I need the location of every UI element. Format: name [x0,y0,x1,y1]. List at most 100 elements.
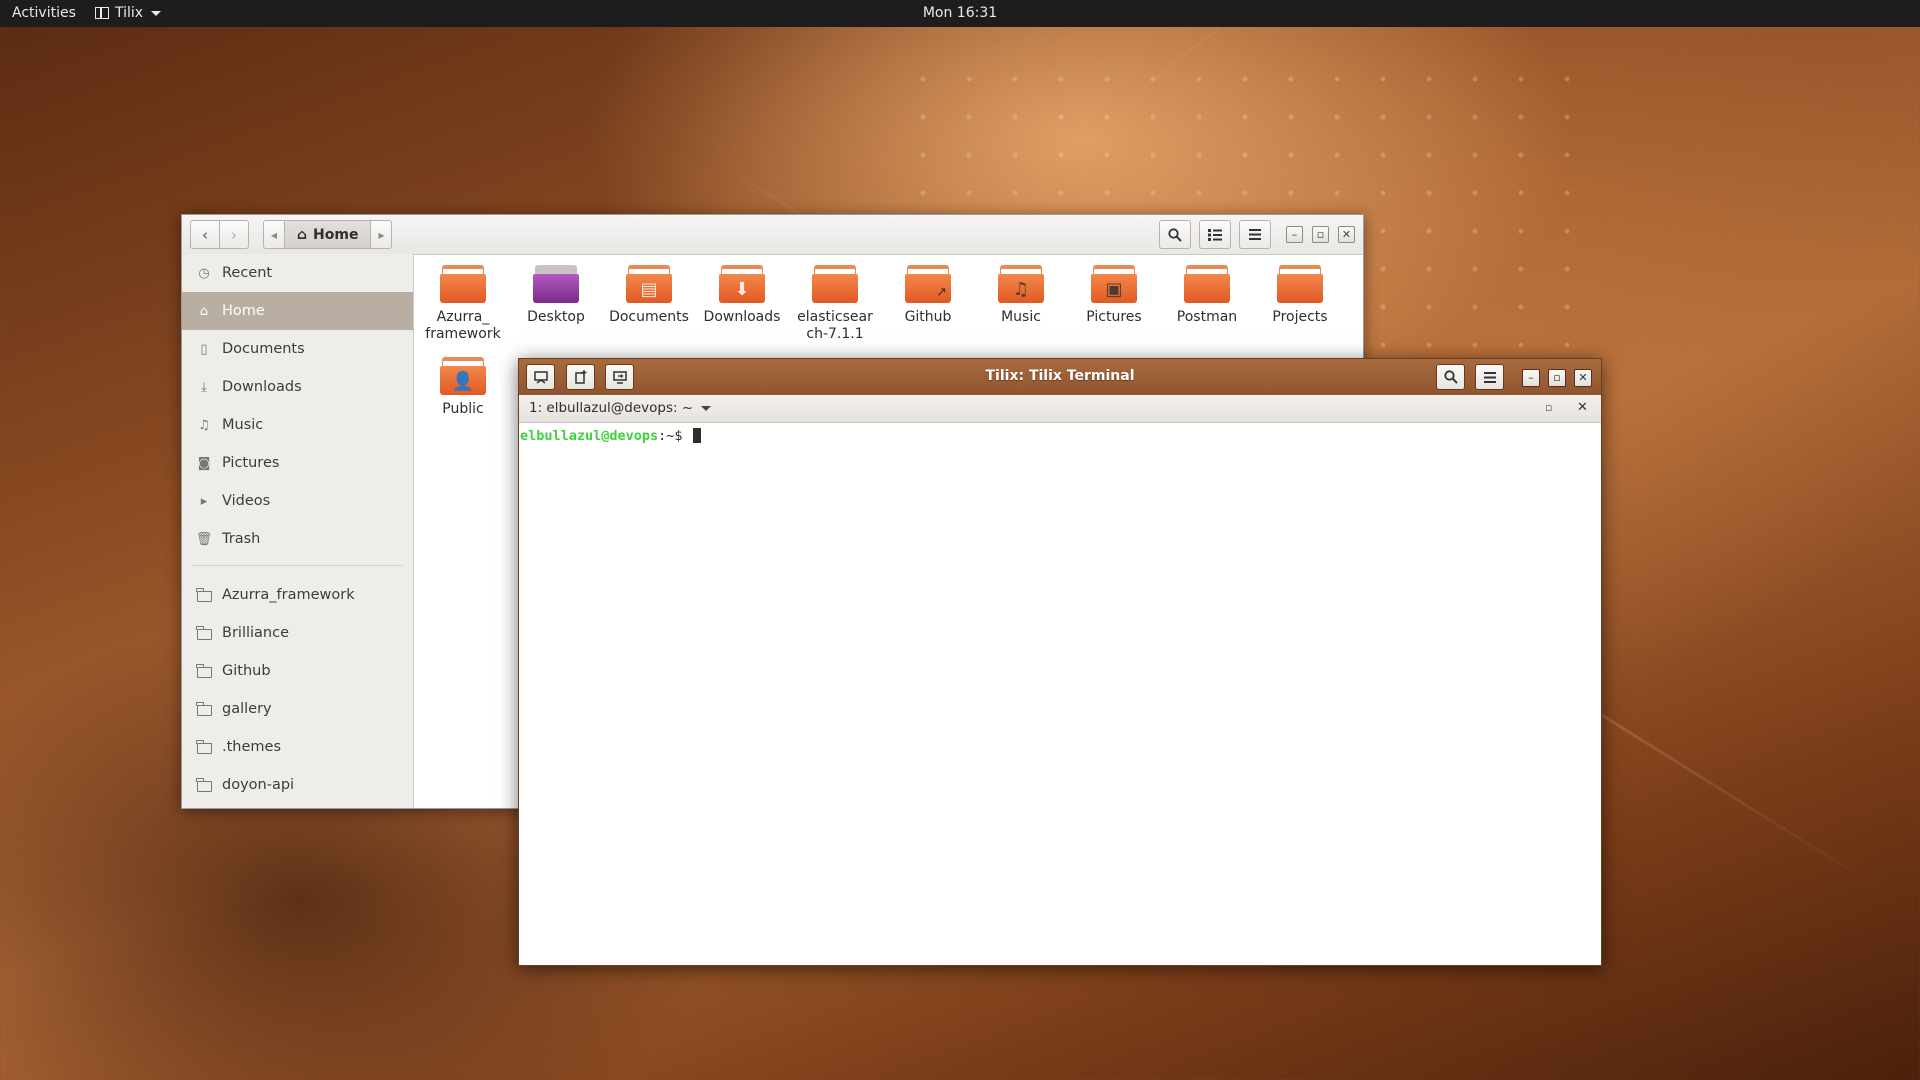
camera-icon: ◙ [197,455,211,471]
clock-icon: ◷ [198,265,210,281]
terminal-maximize-button[interactable]: ▫ [1545,401,1552,414]
sidebar-bookmark[interactable]: Brilliance [182,614,413,652]
folder-icon [196,625,212,641]
sidebar-item-label: Github [222,663,271,679]
tilix-window: Tilix: Tilix Terminal – ▫ ✕ 1: elbullazu… [518,358,1602,966]
tilix-headerbar: Tilix: Tilix Terminal – ▫ ✕ [519,359,1601,396]
sidebar-item-home[interactable]: ⌂ Home [182,292,413,330]
broadcast-icon [612,370,627,384]
file-item[interactable]: Azurra_ framework [417,265,509,343]
terminal-sidebar-icon [533,370,548,384]
files-sidebar: ◷ Recent ⌂ Home ▯ Documents ⤓ Downloads ♫ Mus… [182,254,414,808]
triangle-left-icon: ◂ [270,227,278,242]
sidebar-item-label: Recent [222,265,273,281]
sidebar-bookmark[interactable]: gallery [182,690,413,728]
find-button[interactable] [1436,364,1465,390]
folder-icon [812,265,858,303]
prompt-user: elbullazul@devops [520,428,659,444]
terminal-close-button[interactable]: ✕ [1577,400,1588,415]
sidebar-bookmark[interactable]: Github [182,652,413,690]
sidebar-item-trash[interactable]: 🗑 Trash [182,520,413,558]
tilix-menu-button[interactable] [1475,364,1504,390]
file-item-label: Projects [1272,309,1328,325]
sidebar-item-label: .themes [222,739,282,755]
top-bar: Activities Tilix Mon 16:31 [0,0,1920,27]
hamburger-icon [1249,229,1261,240]
file-item[interactable]: Desktop [510,265,602,326]
minimize-button[interactable]: – [1286,226,1303,243]
file-item[interactable]: ↗ Github [882,265,974,326]
clock[interactable]: Mon 16:31 [0,5,1920,21]
close-button[interactable]: ✕ [1574,369,1592,387]
home-icon: ⌂ [199,303,209,319]
music-icon: ♫ [198,417,210,433]
file-item-label: elasticsear ch-7.1.1 [797,309,873,342]
view-toggle-button[interactable] [1199,220,1231,249]
terminal-titlebar: 1: elbullazul@devops: ~ ▫ ✕ [519,395,1601,423]
sync-input-button[interactable] [605,364,634,390]
files-headerbar: ‹ › ◂ ⌂ Home ▸ – ▫ ✕ [182,215,1363,255]
sidebar-item-label: Documents [222,341,305,357]
path-home-button[interactable]: ⌂ Home [285,220,371,249]
back-button[interactable]: ‹ [190,220,220,249]
maximize-button[interactable]: ▫ [1548,369,1566,387]
trash-icon: 🗑 [195,531,213,547]
sidebar-separator [192,565,403,566]
folder-icon [196,777,212,793]
prompt-path: :~$ [658,428,691,444]
sidebar-item-recent[interactable]: ◷ Recent [182,254,413,292]
search-button[interactable] [1159,220,1191,249]
sidebar-item-label: gallery [222,701,272,717]
file-item-label: Music [1001,309,1041,325]
hamburger-icon [1483,371,1496,383]
file-item[interactable]: ♫ Music [975,265,1067,326]
maximize-icon: ▫ [1316,228,1325,241]
path-scroll-right-button[interactable]: ▸ [370,220,393,249]
sidebar-bookmark[interactable]: Azurra_framework [182,576,413,614]
sidebar-item-label: Trash [222,531,261,547]
maximize-button[interactable]: ▫ [1312,226,1329,243]
file-item[interactable]: Postman [1161,265,1253,326]
sidebar-item-label: Downloads [222,379,302,395]
sidebar-item-videos[interactable]: ▸ Videos [182,482,413,520]
file-item[interactable]: Projects [1254,265,1346,326]
file-item[interactable]: ⬇ Downloads [696,265,788,326]
menu-button[interactable] [1239,220,1271,249]
sidebar-item-downloads[interactable]: ⤓ Downloads [182,368,413,406]
terminal-prompt-line: elbullazul@devops:~$ [520,428,701,444]
path-scroll-left-button[interactable]: ◂ [263,220,285,249]
file-item[interactable]: 👤 Public [417,357,509,418]
file-item-label: Downloads [703,309,781,325]
file-item[interactable]: ▣ Pictures [1068,265,1160,326]
file-item[interactable]: elasticsear ch-7.1.1 [789,265,881,343]
search-icon [1443,370,1458,384]
triangle-right-icon: ▸ [378,227,385,242]
file-item-label: Pictures [1086,309,1142,325]
sidebar-item-label: Videos [222,493,271,509]
new-session-button[interactable] [566,364,595,390]
minimize-button[interactable]: – [1522,369,1540,387]
forward-button[interactable]: › [219,220,249,249]
sidebar-item-documents[interactable]: ▯ Documents [182,330,413,368]
sidebar-item-music[interactable]: ♫ Music [182,406,413,444]
chevron-down-icon [701,405,712,411]
sidebar-item-label: Brilliance [222,625,289,641]
sidebar-item-label: Music [222,417,264,433]
link-folder-icon: ↗ [905,265,951,303]
close-button[interactable]: ✕ [1338,226,1355,243]
sidebar-item-pictures[interactable]: ◙ Pictures [182,444,413,482]
file-item-label: Azurra_ framework [425,309,501,342]
home-icon: ⌂ [297,226,308,243]
sidebar-item-label: Azurra_framework [222,587,355,603]
folder-icon [196,587,212,603]
terminal-area[interactable]: elbullazul@devops:~$ [519,423,1601,965]
close-icon: ✕ [1341,228,1352,241]
terminal-title-menu[interactable]: 1: elbullazul@devops: ~ [529,400,712,416]
sidebar-bookmark[interactable]: doyon-api [182,766,413,804]
terminal-cursor [692,428,701,443]
file-item[interactable]: ▤ Documents [603,265,695,326]
file-item-label: Postman [1176,309,1238,325]
session-switcher-button[interactable] [526,364,555,390]
sidebar-bookmark[interactable]: .themes [182,728,413,766]
folder-icon [1184,265,1230,303]
